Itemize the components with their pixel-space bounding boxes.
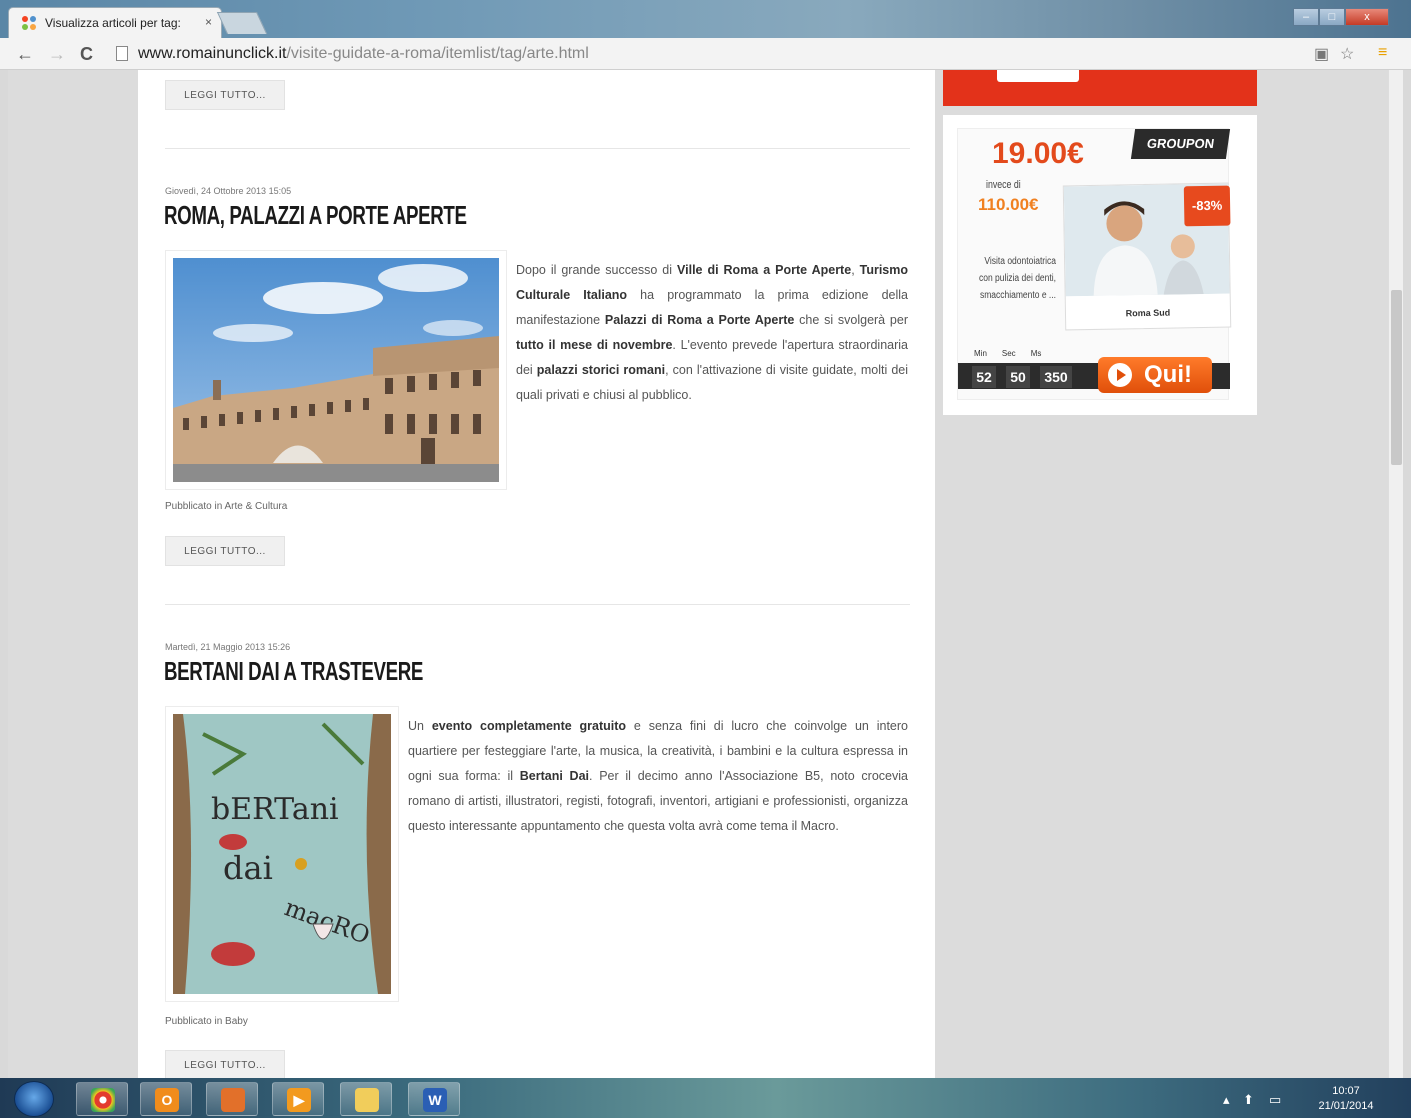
article-text-run: che si svolgerà per	[794, 313, 908, 327]
start-button[interactable]	[14, 1081, 54, 1117]
countdown-label: Min	[974, 349, 987, 358]
clock-time: 10:07	[1332, 1085, 1360, 1097]
page-icon	[116, 46, 128, 61]
network-icon[interactable]: ⬆	[1243, 1092, 1254, 1108]
article-divider	[165, 148, 910, 149]
close-window-button[interactable]: x	[1345, 8, 1389, 26]
media-player-icon: ▶	[287, 1088, 311, 1112]
scrollbar-thumb[interactable]	[1391, 290, 1402, 465]
article-text-bold: Palazzi di Roma a Porte Aperte	[604, 313, 795, 327]
poster-text-bertani: bERTani	[211, 792, 339, 827]
read-more-button[interactable]: LEGGI TUTTO...	[165, 80, 285, 110]
article-text-run: Un	[408, 719, 432, 733]
article-intro: Un evento completamente gratuito e senza…	[408, 714, 908, 839]
main-content: LEGGI TUTTO... Giovedì, 24 Ottobre 2013 …	[138, 70, 935, 1078]
article-divider	[165, 604, 910, 605]
ad-photo: -83% Roma Sud	[1062, 182, 1232, 331]
article-text-bold: palazzi storici romani	[536, 363, 666, 377]
countdown-label: Ms	[1030, 349, 1042, 358]
article-category[interactable]: Pubblicato in Arte & Cultura	[165, 501, 287, 512]
tab-close-icon[interactable]: ×	[205, 15, 212, 29]
article-text-bold: Bertani Dai	[519, 769, 589, 783]
bookmark-star-icon[interactable]: ☆	[1340, 44, 1354, 64]
poster-text-dai: dai	[223, 849, 273, 887]
groupon-ad-box: 19.00€ GROUPON invece di 110.00€ Visita …	[943, 115, 1257, 415]
word-icon: W	[423, 1088, 447, 1112]
ad-cta-button[interactable]: Qui!	[1098, 357, 1212, 393]
article-image-frame[interactable]	[165, 250, 507, 490]
menu-icon[interactable]: ≡	[1378, 44, 1387, 62]
banner-button[interactable]	[997, 70, 1079, 82]
countdown-label: Sec	[1001, 349, 1016, 358]
taskbar-app[interactable]	[206, 1082, 258, 1116]
article-category[interactable]: Pubblicato in Baby	[165, 1016, 248, 1027]
article-text-bold: Ville di Roma a Porte Aperte	[677, 263, 852, 277]
forward-arrow-icon[interactable]: →	[48, 44, 66, 65]
countdown-labels: Min Sec Ms	[974, 349, 1041, 358]
browser-toolbar: ← → C www.romainunclick.it/visite-guidat…	[0, 38, 1411, 70]
joomla-favicon-icon	[22, 16, 36, 30]
ad-description: Visita odontoiatrica con pulizia dei den…	[978, 256, 1056, 301]
maximize-button[interactable]: □	[1319, 8, 1345, 26]
system-tray: ▴ ⬆ ▭ 10:07 21/01/2014	[1223, 1082, 1383, 1116]
read-more-button[interactable]: LEGGI TUTTO...	[165, 1050, 285, 1078]
address-bar[interactable]: www.romainunclick.it/visite-guidate-a-ro…	[108, 42, 1308, 66]
discount-badge: -83%	[1183, 185, 1231, 227]
ad-old-price: 110.00€	[978, 195, 1039, 214]
article-date: Giovedì, 24 Ottobre 2013 15:05	[165, 186, 292, 196]
back-arrow-icon[interactable]: ←	[16, 44, 34, 65]
article-text-run: ,	[851, 263, 860, 277]
taskbar-media-player[interactable]: ▶	[272, 1082, 324, 1116]
ad-instead-label: invece di	[986, 179, 1021, 191]
tray-arrow-icon[interactable]: ▴	[1223, 1092, 1230, 1108]
clock-date: 21/01/2014	[1318, 1100, 1374, 1112]
read-more-button[interactable]: LEGGI TUTTO...	[165, 536, 285, 566]
article-title[interactable]: BERTANI DAI A TRASTEVERE	[164, 656, 423, 687]
app-icon	[221, 1088, 245, 1112]
new-tab-button[interactable]	[216, 12, 268, 34]
window-controls: – □ x	[1293, 8, 1389, 28]
countdown: Min Sec Ms 52 50 350 Qui!	[958, 349, 1230, 401]
chrome-icon	[91, 1088, 115, 1112]
minimize-button[interactable]: –	[1293, 8, 1319, 26]
folder-icon	[355, 1088, 379, 1112]
groupon-logo: GROUPON	[1130, 129, 1231, 159]
countdown-minutes: 52	[972, 366, 996, 388]
taskbar-explorer[interactable]	[340, 1082, 392, 1116]
taskbar-chrome[interactable]	[76, 1082, 128, 1116]
tab-title: Visualizza articoli per tag:	[45, 16, 181, 30]
article-title[interactable]: ROMA, PALAZZI A PORTE APERTE	[164, 200, 467, 231]
groupon-ad[interactable]: 19.00€ GROUPON invece di 110.00€ Visita …	[957, 128, 1232, 401]
article-text-bold: evento completamente gratuito	[431, 719, 627, 733]
countdown-seconds: 50	[1006, 366, 1030, 388]
action-center-icon[interactable]: ▭	[1269, 1092, 1281, 1108]
article-intro: Dopo il grande successo di Ville di Roma…	[516, 258, 908, 408]
play-icon	[1108, 363, 1132, 387]
browser-titlebar: Visualizza articoli per tag: × – □ x	[0, 0, 1411, 38]
ad-price: 19.00€	[992, 137, 1084, 170]
page-viewport: LEGGI TUTTO... Giovedì, 24 Ottobre 2013 …	[8, 70, 1388, 1078]
article-date: Martedì, 21 Maggio 2013 15:26	[165, 642, 291, 652]
taskbar-word[interactable]: W	[408, 1082, 460, 1116]
photo-caption: Roma Sud	[1125, 307, 1171, 319]
bertani-dai-poster-image: bERTani dai macRO	[173, 714, 391, 994]
taskbar-outlook[interactable]: O	[140, 1082, 192, 1116]
extension-icon[interactable]: ▣	[1314, 44, 1329, 64]
countdown-ms: 350	[1040, 366, 1072, 388]
ad-cta-label: Qui!	[1144, 361, 1192, 388]
page-scrollbar[interactable]	[1388, 70, 1403, 1078]
reload-icon[interactable]: C	[80, 44, 93, 65]
article-text-bold: tutto il mese di novembre	[516, 338, 673, 352]
taskbar-clock[interactable]: 10:07 21/01/2014	[1309, 1084, 1383, 1114]
article-text-run: Dopo il grande successo di	[516, 263, 678, 277]
article-image-frame[interactable]: bERTani dai macRO	[165, 706, 399, 1002]
outlook-icon: O	[155, 1088, 179, 1112]
sidebar-red-banner	[943, 70, 1257, 106]
windows-taskbar: O ▶ W ▴ ⬆ ▭ 10:07 21/01/2014	[0, 1078, 1411, 1118]
url-text: www.romainunclick.it/visite-guidate-a-ro…	[138, 45, 589, 62]
palazzo-quirinale-image	[173, 258, 499, 482]
browser-tab[interactable]: Visualizza articoli per tag: ×	[8, 7, 222, 38]
